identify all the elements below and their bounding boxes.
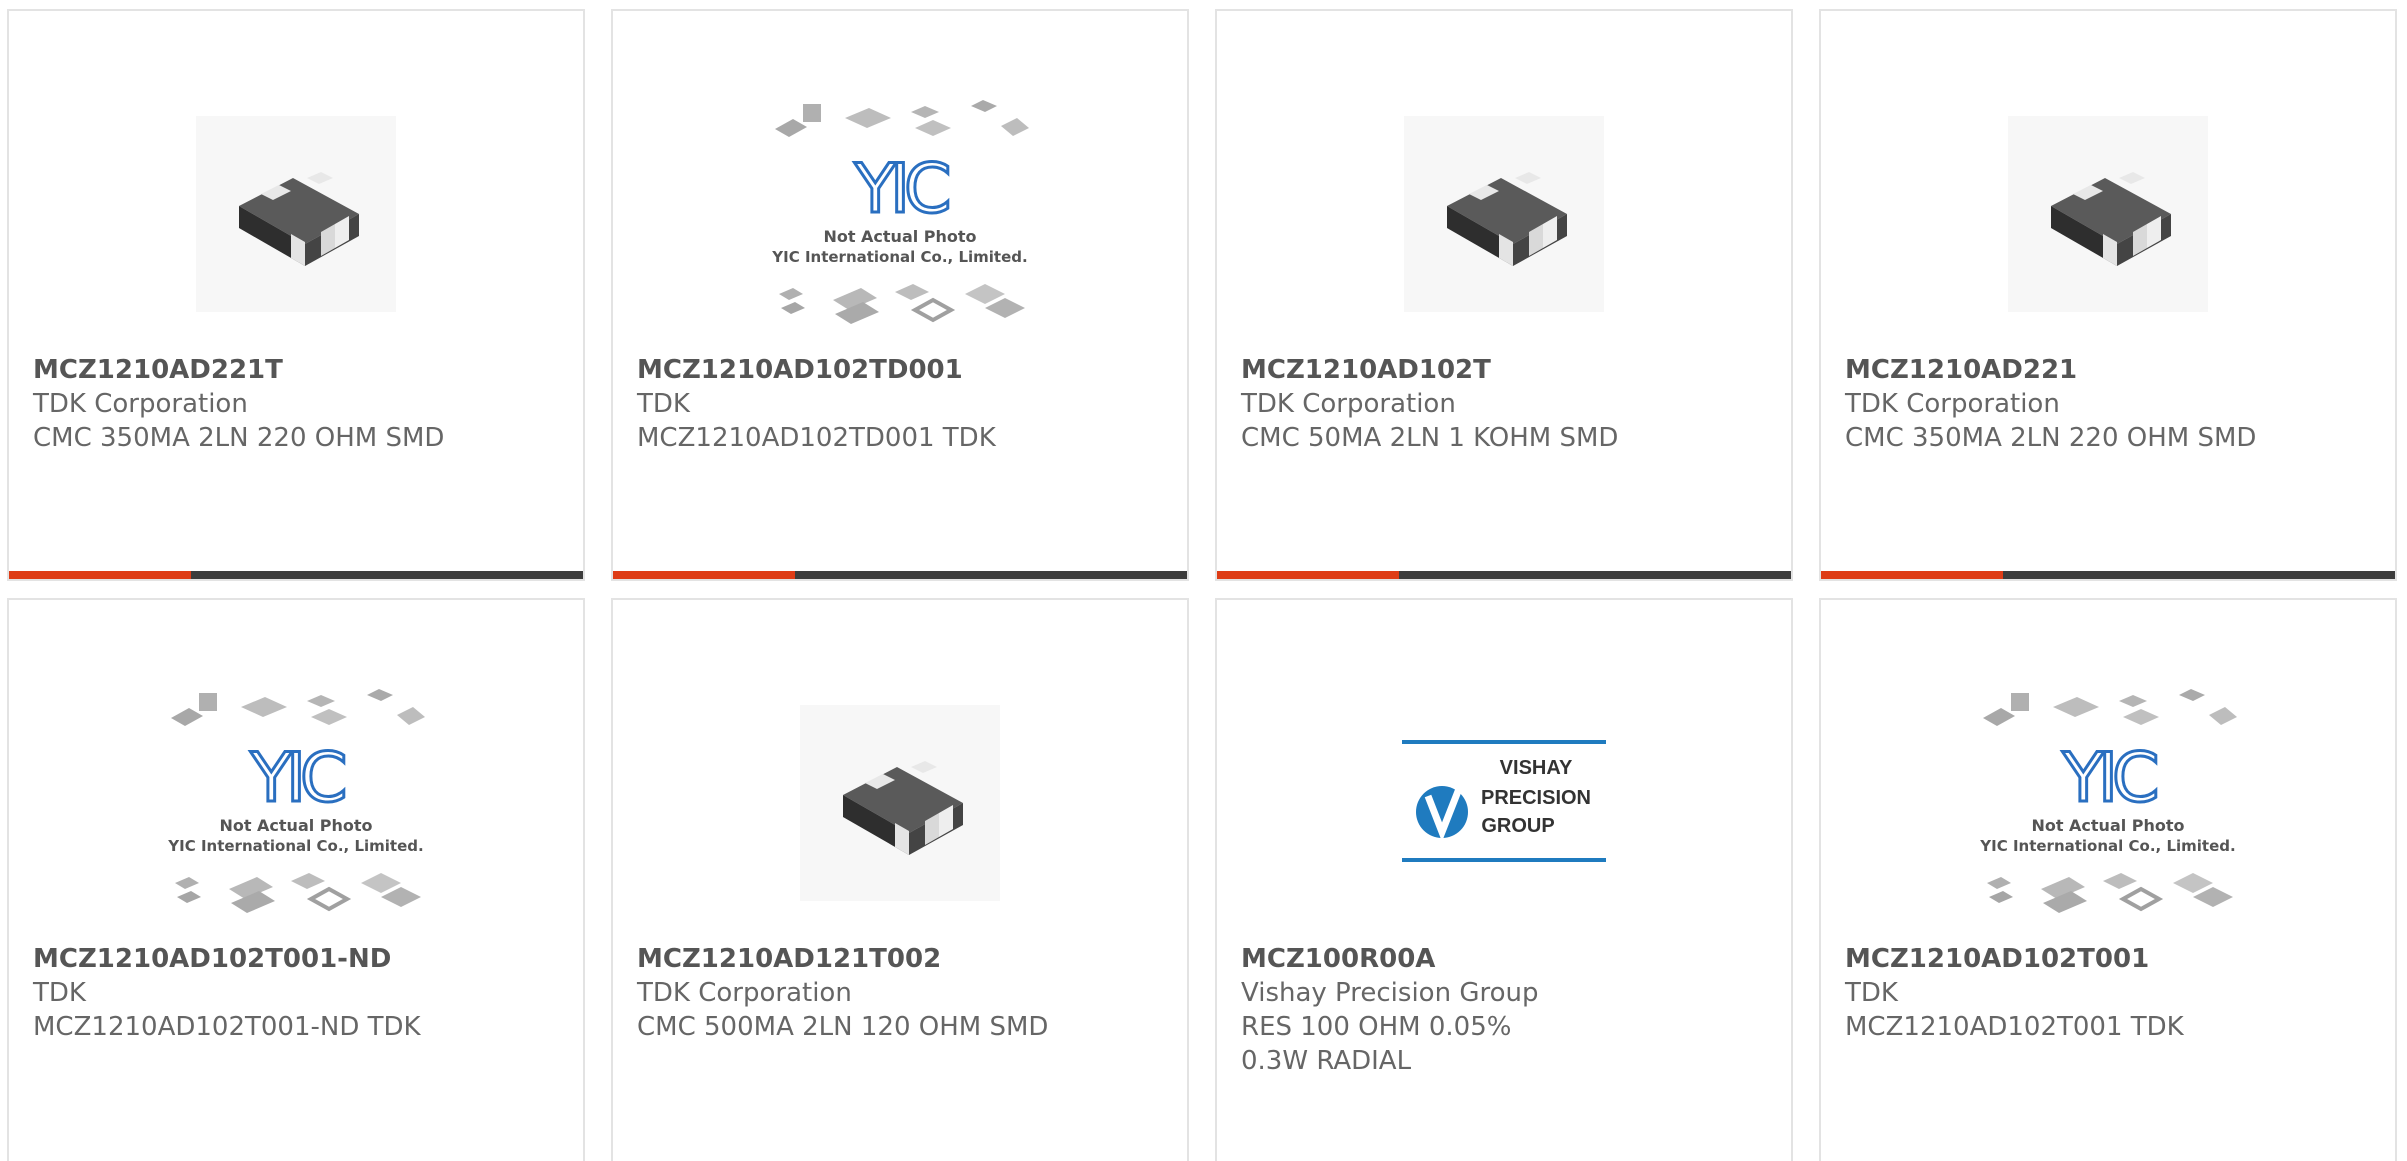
- manufacturer: TDK Corporation: [637, 978, 852, 1008]
- yic-logo-icon: YIC Not Actual Photo YIC International C…: [167, 689, 425, 913]
- svg-text:Not Actual Photo: Not Actual Photo: [823, 227, 976, 246]
- chip-icon: [2051, 172, 2171, 266]
- manufacturer: TDK Corporation: [1845, 389, 2060, 419]
- product-card[interactable]: MCZ1210AD221T TDK Corporation CMC 350MA …: [7, 9, 585, 581]
- product-text: MCZ1210AD221T TDK Corporation CMC 350MA …: [33, 353, 563, 455]
- svg-text:YIC International Co., Limited: YIC International Co., Limited.: [771, 248, 1027, 266]
- chip-photo: [2008, 116, 2208, 312]
- product-card[interactable]: YIC Not Actual Photo YIC International C…: [611, 9, 1189, 581]
- part-number[interactable]: MCZ1210AD102T001-ND: [33, 942, 563, 976]
- part-number[interactable]: MCZ1210AD102T001: [1845, 942, 2375, 976]
- card-footer-bar: [1217, 571, 1791, 579]
- description: MCZ1210AD102T001 TDK: [1845, 1012, 2184, 1042]
- yic-placeholder: YIC Not Actual Photo YIC International C…: [161, 683, 431, 923]
- product-text: MCZ1210AD102T001 TDK MCZ1210AD102T001 TD…: [1845, 942, 2375, 1044]
- chip-icon: [843, 761, 963, 855]
- product-card[interactable]: YIC Not Actual Photo YIC International C…: [1819, 598, 2397, 1161]
- product-card[interactable]: MCZ1210AD102T TDK Corporation CMC 50MA 2…: [1215, 9, 1793, 581]
- svg-text:Not Actual Photo: Not Actual Photo: [219, 816, 372, 835]
- part-number[interactable]: MCZ100R00A: [1241, 942, 1771, 976]
- product-text: MCZ1210AD221 TDK Corporation CMC 350MA 2…: [1845, 353, 2375, 455]
- card-accent: [9, 571, 191, 579]
- card-accent: [613, 571, 795, 579]
- part-number[interactable]: MCZ1210AD221: [1845, 353, 2375, 387]
- description: MCZ1210AD102TD001 TDK: [637, 423, 996, 453]
- product-card[interactable]: MCZ1210AD221 TDK Corporation CMC 350MA 2…: [1819, 9, 2397, 581]
- description: RES 100 OHM 0.05% 0.3W RADIAL: [1241, 1012, 1512, 1076]
- chip-icon: [1447, 172, 1567, 266]
- manufacturer: Vishay Precision Group: [1241, 978, 1539, 1008]
- manufacturer: TDK: [637, 389, 690, 419]
- manufacturer: TDK: [33, 978, 86, 1008]
- product-text: MCZ1210AD102T001-ND TDK MCZ1210AD102T001…: [33, 942, 563, 1044]
- description: CMC 50MA 2LN 1 KOHM SMD: [1241, 423, 1619, 453]
- svg-text:YIC: YIC: [249, 739, 344, 818]
- product-text: MCZ1210AD121T002 TDK Corporation CMC 500…: [637, 942, 1167, 1044]
- product-image[interactable]: YIC Not Actual Photo YIC International C…: [613, 83, 1187, 345]
- chip-icon: [239, 172, 359, 266]
- product-image[interactable]: YIC Not Actual Photo YIC International C…: [1821, 672, 2395, 934]
- product-image[interactable]: [1821, 83, 2395, 345]
- product-grid: MCZ1210AD221T TDK Corporation CMC 350MA …: [0, 0, 2407, 1161]
- part-number[interactable]: MCZ1210AD221T: [33, 353, 563, 387]
- chip-photo: [800, 705, 1000, 901]
- manufacturer: TDK Corporation: [33, 389, 248, 419]
- description: CMC 350MA 2LN 220 OHM SMD: [1845, 423, 2257, 453]
- part-number[interactable]: MCZ1210AD121T002: [637, 942, 1167, 976]
- product-card[interactable]: VISHAY PRECISION GROUP MCZ100R00A Vishay…: [1215, 598, 1793, 1161]
- svg-text:YIC: YIC: [2061, 739, 2156, 818]
- svg-text:YIC International Co., Limited: YIC International Co., Limited.: [1979, 837, 2235, 855]
- manufacturer: TDK Corporation: [1241, 389, 1456, 419]
- card-footer-bar: [9, 571, 583, 579]
- svg-text:PRECISION: PRECISION: [1481, 787, 1591, 809]
- product-image[interactable]: VISHAY PRECISION GROUP: [1217, 672, 1791, 934]
- yic-logo-icon: YIC Not Actual Photo YIC International C…: [1979, 689, 2237, 913]
- product-text: MCZ1210AD102TD001 TDK MCZ1210AD102TD001 …: [637, 353, 1167, 455]
- card-accent: [1217, 571, 1399, 579]
- description: CMC 350MA 2LN 220 OHM SMD: [33, 423, 445, 453]
- card-footer-bar: [1821, 571, 2395, 579]
- yic-logo-icon: YIC Not Actual Photo YIC International C…: [771, 100, 1029, 324]
- chip-photo: [196, 116, 396, 312]
- product-card[interactable]: MCZ1210AD121T002 TDK Corporation CMC 500…: [611, 598, 1189, 1161]
- product-text: MCZ100R00A Vishay Precision Group RES 10…: [1241, 942, 1771, 1078]
- card-accent: [1821, 571, 2003, 579]
- vishay-logo: VISHAY PRECISION GROUP: [1402, 740, 1606, 866]
- yic-placeholder: YIC Not Actual Photo YIC International C…: [1973, 683, 2243, 923]
- description: MCZ1210AD102T001-ND TDK: [33, 1012, 421, 1042]
- svg-text:YIC International Co., Limited: YIC International Co., Limited.: [167, 837, 423, 855]
- part-number[interactable]: MCZ1210AD102TD001: [637, 353, 1167, 387]
- part-number[interactable]: MCZ1210AD102T: [1241, 353, 1771, 387]
- yic-placeholder: YIC Not Actual Photo YIC International C…: [765, 94, 1035, 334]
- product-card[interactable]: YIC Not Actual Photo YIC International C…: [7, 598, 585, 1161]
- card-footer-bar: [613, 571, 1187, 579]
- svg-text:GROUP: GROUP: [1481, 815, 1554, 837]
- manufacturer: TDK: [1845, 978, 1898, 1008]
- product-image[interactable]: [1217, 83, 1791, 345]
- product-image[interactable]: YIC Not Actual Photo YIC International C…: [9, 672, 583, 934]
- svg-text:VISHAY: VISHAY: [1500, 757, 1573, 779]
- vishay-logo-icon: VISHAY PRECISION GROUP: [1402, 740, 1606, 862]
- svg-text:Not Actual Photo: Not Actual Photo: [2031, 816, 2184, 835]
- product-image[interactable]: [9, 83, 583, 345]
- description: CMC 500MA 2LN 120 OHM SMD: [637, 1012, 1049, 1042]
- chip-photo: [1404, 116, 1604, 312]
- svg-text:YIC: YIC: [853, 150, 948, 229]
- product-text: MCZ1210AD102T TDK Corporation CMC 50MA 2…: [1241, 353, 1771, 455]
- product-image[interactable]: [613, 672, 1187, 934]
